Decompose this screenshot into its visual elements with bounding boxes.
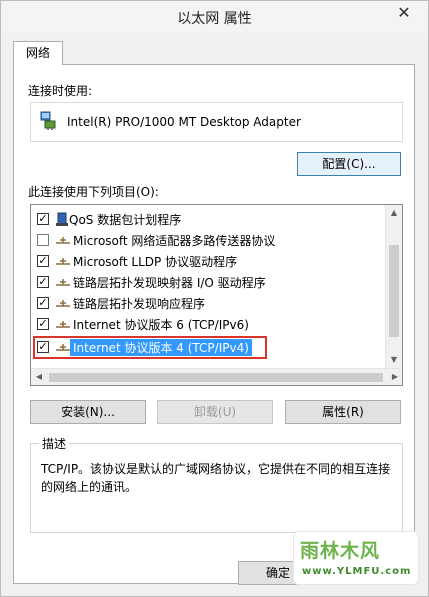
protocol-icon <box>55 275 71 292</box>
item-label: Internet 协议版本 6 (TCP/IPv6) <box>73 318 249 332</box>
watermark-logo-text: 雨林木风 <box>300 540 381 562</box>
properties-button[interactable]: 属性(R) <box>285 400 401 424</box>
item-label: Microsoft 网络适配器多路传送器协议 <box>73 234 276 248</box>
list-item[interactable]: ✓ QoS 数据包计划程序 <box>35 209 385 229</box>
scroll-left-icon[interactable]: ◀ <box>31 369 47 385</box>
horizontal-scrollbar[interactable]: ◀ ▶ <box>31 368 402 385</box>
item-checkbox[interactable]: ✓ <box>37 213 49 225</box>
scroll-thumb[interactable] <box>389 245 399 337</box>
scroll-thumb[interactable] <box>49 373 383 382</box>
description-text: TCP/IP。该协议是默认的广域网络协议，它提供在不同的相互连接的网络上的通讯。 <box>41 462 391 494</box>
install-button[interactable]: 安装(N)... <box>30 400 146 424</box>
scroll-right-icon[interactable]: ▶ <box>387 369 402 385</box>
list-item[interactable]: ✓ 链路层拓扑发现响应程序 <box>35 293 385 313</box>
item-checkbox[interactable] <box>37 234 49 246</box>
configure-button[interactable]: 配置(C)... <box>297 152 401 176</box>
connect-using-label: 连接时使用: <box>28 84 93 98</box>
list-item[interactable]: ✓ Microsoft LLDP 协议驱动程序 <box>35 251 385 271</box>
network-adapter-icon <box>39 111 57 134</box>
scroll-up-icon[interactable]: ▲ <box>386 205 402 221</box>
protocol-icon <box>55 233 71 250</box>
tab-networking[interactable]: 网络 <box>13 41 63 65</box>
networking-panel: 连接时使用: Intel(R) PRO/1000 MT Desktop Adap… <box>13 64 415 585</box>
items-label: 此连接使用下列项目(O): <box>28 185 159 199</box>
item-label: Microsoft LLDP 协议驱动程序 <box>73 255 238 269</box>
item-label: 链路层拓扑发现映射器 I/O 驱动程序 <box>73 276 266 290</box>
watermark-url: www.YLMFU.com <box>302 566 412 577</box>
item-checkbox[interactable]: ✓ <box>37 276 49 288</box>
window-title: 以太网 属性 <box>177 11 252 27</box>
close-button[interactable]: ✕ <box>382 2 426 24</box>
list-item[interactable]: ✓ Internet 协议版本 6 (TCP/IPv6) <box>35 314 385 334</box>
vertical-scrollbar[interactable]: ▲ ▼ <box>385 205 402 368</box>
adapter-box: Intel(R) PRO/1000 MT Desktop Adapter <box>30 102 403 142</box>
description-group: 描述 TCP/IP。该协议是默认的广域网络协议，它提供在不同的相互连接的网络上的… <box>30 435 403 533</box>
title-bar: 以太网 属性 ✕ <box>1 1 428 33</box>
description-title: 描述 <box>39 435 70 452</box>
components-list[interactable]: ✓ QoS 数据包计划程序 Microsoft 网络适配器多路传送器协议 ✓ M… <box>30 204 403 386</box>
item-checkbox[interactable]: ✓ <box>37 297 49 309</box>
watermark-logo: 雨林木风 www.YLMFU.com <box>293 531 419 585</box>
protocol-icon <box>55 254 71 271</box>
ethernet-properties-dialog: 以太网 属性 ✕ 网络 连接时使用: Intel(R) PRO/1000 MT … <box>0 0 429 597</box>
list-item[interactable]: ✓ 链路层拓扑发现映射器 I/O 驱动程序 <box>35 272 385 292</box>
protocol-icon <box>55 317 71 334</box>
uninstall-button[interactable]: 卸载(U) <box>157 400 273 424</box>
list-item[interactable]: Microsoft 网络适配器多路传送器协议 <box>35 230 385 250</box>
adapter-name: Intel(R) PRO/1000 MT Desktop Adapter <box>67 115 301 129</box>
red-highlight-box <box>33 336 267 359</box>
item-checkbox[interactable]: ✓ <box>37 255 49 267</box>
protocol-icon <box>55 296 71 313</box>
item-label: 链路层拓扑发现响应程序 <box>73 297 206 311</box>
scroll-down-icon[interactable]: ▼ <box>386 352 402 368</box>
item-checkbox[interactable]: ✓ <box>37 318 49 330</box>
item-label: QoS 数据包计划程序 <box>69 213 182 227</box>
